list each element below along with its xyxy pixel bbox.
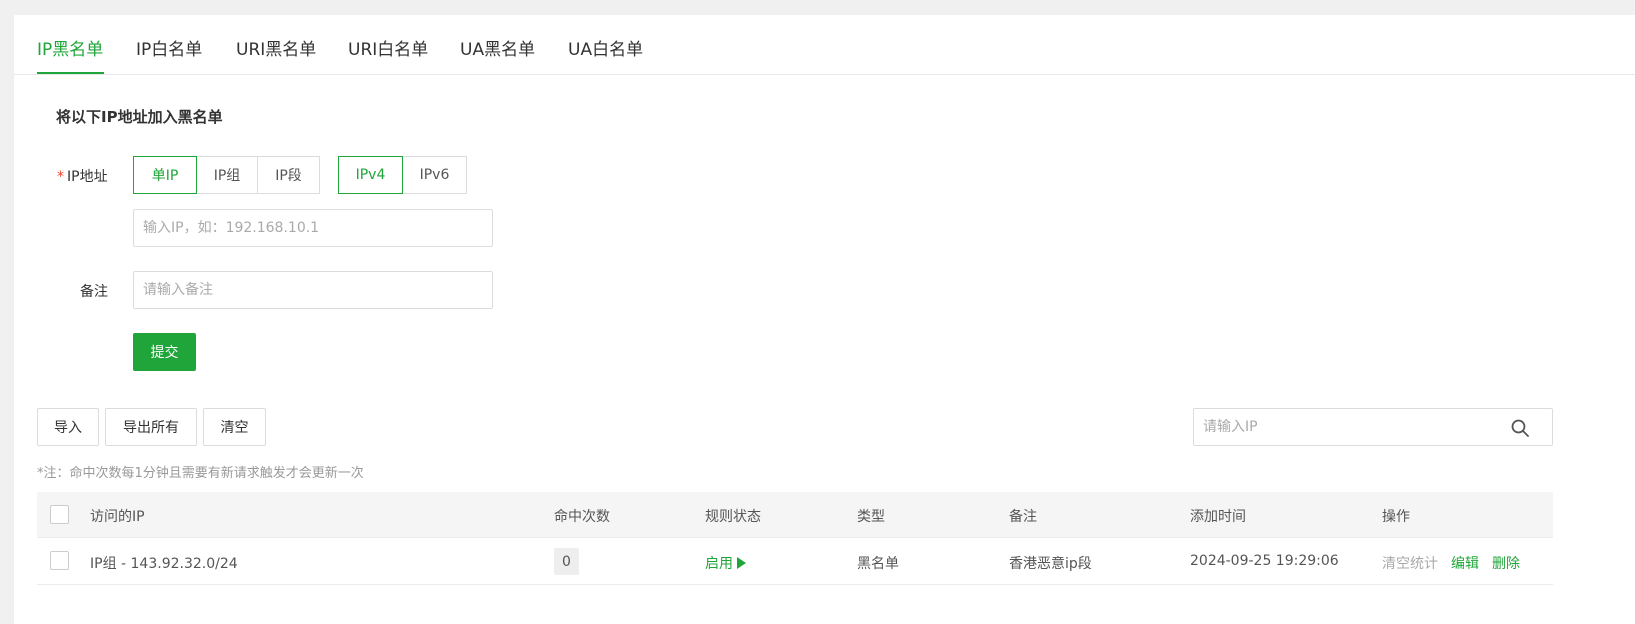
version-ipv6[interactable]: IPv6: [402, 156, 467, 194]
ip-input[interactable]: [133, 209, 493, 247]
row-added-time: 2024-09-25 19:29:06: [1190, 553, 1339, 569]
row-status-label: 启用: [705, 556, 733, 572]
submit-button[interactable]: 提交: [133, 333, 196, 371]
tab-bar: IP黑名单 IP白名单 URI黑名单 URI白名单 UA黑名单 UA白名单: [14, 15, 1635, 75]
export-all-button[interactable]: 导出所有: [105, 408, 197, 446]
header-status: 规则状态: [705, 509, 761, 525]
form-title: 将以下IP地址加入黑名单: [56, 108, 223, 126]
ip-address-label-text: IP地址: [67, 169, 108, 185]
active-tab-indicator: [37, 72, 104, 74]
main-panel: IP黑名单 IP白名单 URI黑名单 URI白名单 UA黑名单 UA白名单 将以…: [14, 15, 1635, 624]
required-mark: *: [57, 169, 64, 185]
tab-ip-whitelist[interactable]: IP白名单: [136, 35, 202, 60]
mode-ip-range[interactable]: IP段: [257, 156, 320, 194]
row-ip: IP组 - 143.92.32.0/24: [90, 556, 238, 572]
mode-ip-group[interactable]: IP组: [196, 156, 258, 194]
row-type: 黑名单: [857, 556, 899, 572]
ip-address-label: * IP地址: [57, 166, 108, 186]
header-type: 类型: [857, 509, 885, 525]
mode-single-ip[interactable]: 单IP: [133, 156, 197, 194]
hit-count-note: *注：命中次数每1分钟且需要有新请求触发才会更新一次: [37, 466, 364, 481]
tab-ua-whitelist[interactable]: UA白名单: [568, 35, 643, 60]
header-actions: 操作: [1382, 509, 1410, 525]
table-row: IP组 - 143.92.32.0/24 0 启用 黑名单 香港恶意ip段 20…: [37, 538, 1553, 585]
header-hits: 命中次数: [554, 509, 610, 525]
clear-stats-link[interactable]: 清空统计: [1382, 553, 1438, 573]
play-icon: [737, 557, 746, 569]
table-header: 访问的IP 命中次数 规则状态 类型 备注 添加时间 操作: [37, 492, 1553, 538]
row-hits: 0: [554, 548, 579, 575]
search-icon[interactable]: [1510, 418, 1530, 438]
edit-link[interactable]: 编辑: [1451, 553, 1479, 573]
clear-button[interactable]: 清空: [203, 408, 266, 446]
row-status-toggle[interactable]: 启用: [705, 553, 746, 573]
tab-ip-blacklist[interactable]: IP黑名单: [37, 35, 103, 60]
version-ipv4[interactable]: IPv4: [338, 156, 403, 194]
header-ip: 访问的IP: [90, 509, 145, 525]
remark-input[interactable]: [133, 271, 493, 309]
header-added-time: 添加时间: [1190, 509, 1246, 525]
row-checkbox[interactable]: [50, 551, 69, 570]
tab-uri-blacklist[interactable]: URI黑名单: [236, 35, 316, 60]
search-input[interactable]: [1193, 408, 1553, 446]
delete-link[interactable]: 删除: [1492, 553, 1520, 573]
select-all-checkbox[interactable]: [50, 505, 69, 524]
tab-ua-blacklist[interactable]: UA黑名单: [460, 35, 535, 60]
remark-label: 备注: [80, 284, 108, 300]
import-button[interactable]: 导入: [37, 408, 99, 446]
row-remark: 香港恶意ip段: [1009, 556, 1092, 572]
tab-uri-whitelist[interactable]: URI白名单: [348, 35, 428, 60]
header-remark: 备注: [1009, 509, 1037, 525]
